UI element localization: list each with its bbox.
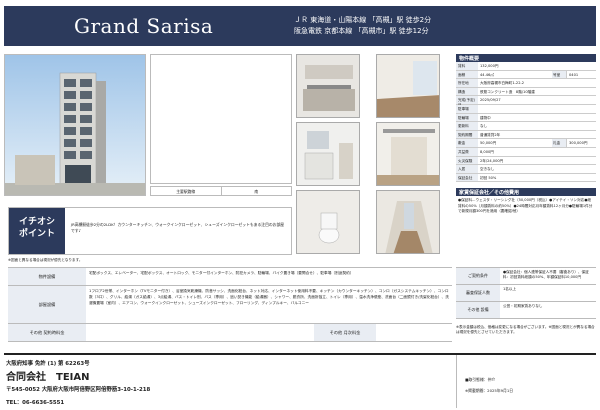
interior-photo-kitchen	[296, 54, 360, 118]
map-caption-right: 南	[220, 187, 292, 195]
interior-photo-room	[376, 54, 440, 118]
row-occupants: 審査保証人数 1名以上	[456, 285, 596, 302]
map-caption: 主要駅路線 南	[150, 186, 292, 196]
spec-row-bicycle: 駐輪場 建物中	[456, 113, 596, 123]
row-other-equipment: その他 設備 公営・初期家賃ありなし	[456, 302, 596, 319]
price-notes: ※表示金額は税込、価格は変更になる場合がございます。※図面と現況とが異なる場合は…	[456, 325, 595, 334]
flyer-page: Grand Sarisa ＪＲ 東海道・山陽本線 「高槻」駅 徒歩2分 阪急電鉄…	[4, 4, 596, 408]
spec-row-area: 面積 44.46㎡ 号室 0401	[456, 70, 596, 80]
spec-row-address: 所在地 大阪府高槻市白梅町1-22-2	[456, 79, 596, 88]
access-info: ＪＲ 東海道・山陽本線 「高槻」駅 徒歩2分 阪急電鉄 京都本線 「高槻市」駅 …	[294, 15, 431, 37]
contract-conditions-table: ご契約条件 ●保証会社：個人連帯保証人不要（審査あり）、保証料：初回賃料総額の50…	[456, 267, 596, 319]
row-room-facilities: 部屋設備 1フロア2世帯、インターホン（TVモニター付き）、浴室換気乾燥機、防音…	[8, 286, 452, 324]
access-line-1: ＪＲ 東海道・山陽本線 「高槻」駅 徒歩2分	[294, 16, 432, 24]
property-title: Grand Sarisa	[74, 14, 214, 38]
spec-row-guarantor: 保証会社 初回 50%	[456, 173, 596, 183]
row-other-fees: その他 契約時料金 その他 月次料金	[8, 324, 452, 342]
spec-heading: 物件概要	[456, 54, 596, 62]
image-note: ※図面と異なる場合は現況が優先となります。	[8, 258, 83, 262]
recommend-point: イチオシ ポイント JR高槻駅徒歩2分の2LDK！カウンターキッチン、ウォークイ…	[8, 207, 292, 255]
spec-row-insurance: 火災保険 2年/24,000円	[456, 156, 596, 166]
fees-body: ●保証料…ウェスタ・リーシング社（50,000円（税込）●アイテイ・ソン対応●総…	[458, 198, 593, 213]
fees-section: 家賃保証会社／その他費用 ●保証料…ウェスタ・リーシング社（50,000円（税込…	[456, 188, 596, 217]
agency-footer: 大阪府知事 免許 (1) 第 62263号 合同会社 TEIAN 〒545-00…	[4, 353, 596, 408]
interior-photo-closet	[376, 122, 440, 186]
spec-row-deposit: 敷金 50,000円 礼金 300,000円	[456, 139, 596, 148]
row-contract-conditions: ご契約条件 ●保証会社：個人連帯保証人不要（審査あり）、保証料：初回賃料総額の50…	[456, 268, 596, 285]
access-line-2: 阪急電鉄 京都本線 「高槻市」駅 徒歩12分	[294, 27, 429, 35]
interior-photo-washroom	[296, 122, 360, 186]
recommend-text: JR高槻駅徒歩2分の2LDK！カウンターキッチン、ウォークインクローゼット、シュ…	[71, 222, 285, 233]
transaction-type: ■取引態様：仲介	[465, 377, 496, 382]
spec-row-renewal: 更新料 なし	[456, 122, 596, 131]
map-caption-left: 主要駅路線	[176, 189, 196, 194]
interior-photo-toilet	[296, 190, 360, 254]
header-banner: Grand Sarisa ＪＲ 東海道・山陽本線 「高槻」駅 徒歩2分 阪急電鉄…	[4, 6, 596, 46]
row-building-facilities: 物件設備 宅配ボックス、エレベーター、宅配ボックス、オートロック、モニター付イン…	[8, 268, 452, 286]
building-illustration	[5, 55, 145, 195]
spec-row-completion: 完成(予定)日2025/09/27	[456, 96, 596, 107]
recommend-label: イチオシ ポイント	[9, 208, 65, 254]
listing-date: ※掲載期間：2025年9月1日	[465, 388, 514, 393]
building-photo	[4, 54, 146, 196]
map-area	[150, 54, 292, 184]
property-spec-table: 物件概要 賃料 132,000円 面積 44.46㎡ 号室 0401 所在地 大阪府高槻市…	[456, 54, 596, 183]
spec-row-contract: 契約期間 普通賃貸2年	[456, 130, 596, 140]
spec-row-move-in: 入居 空きなし	[456, 165, 596, 174]
spec-row-common-fee: 共益費 8,000円	[456, 147, 596, 157]
fees-heading: 家賃保証会社／その他費用	[456, 188, 596, 196]
footer-right-info: ■取引態様：仲介 ※掲載期間：2025年9月1日	[456, 355, 596, 408]
spec-row-parking: 駐車場	[456, 104, 596, 114]
spec-row-rent: 賃料 132,000円	[456, 62, 596, 71]
spec-row-structure: 構造 鉄筋コンクリート造 8階/10階建	[456, 87, 596, 97]
company-phone: TEL：06-6636-5551	[6, 400, 65, 406]
facilities-table: 物件設備 宅配ボックス、エレベーター、宅配ボックス、オートロック、モニター付イン…	[8, 267, 452, 342]
interior-photo-hallway	[376, 190, 440, 254]
company-address: 〒545-0052 大阪府大阪市阿倍野区阿倍野筋3-10-1-218	[6, 387, 151, 393]
license-number: 大阪府知事 免許 (1) 第 62263号	[6, 361, 90, 367]
company-name: 合同会社 TEIAN	[6, 372, 90, 383]
